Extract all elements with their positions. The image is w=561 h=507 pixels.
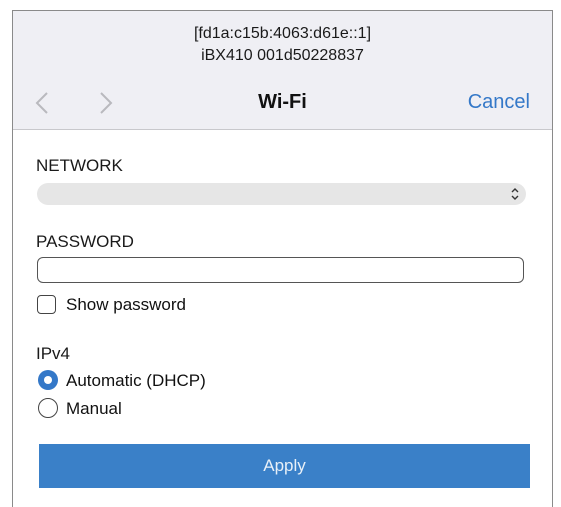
- network-label: NETWORK: [36, 156, 123, 175]
- radio-manual-label[interactable]: Manual: [66, 399, 122, 419]
- chevron-right-icon: [100, 92, 113, 114]
- chevron-left-icon: [35, 92, 48, 114]
- network-select[interactable]: [37, 183, 526, 205]
- password-label: PASSWORD: [36, 232, 134, 251]
- show-password-checkbox[interactable]: [37, 295, 56, 314]
- wifi-settings-dialog: [fd1a:c15b:4063:d61e::1] iBX410 001d5022…: [12, 10, 553, 507]
- host-address: [fd1a:c15b:4063:d61e::1]: [193, 25, 372, 42]
- header-bar: [fd1a:c15b:4063:d61e::1] iBX410 001d5022…: [13, 11, 552, 130]
- radio-automatic-dhcp[interactable]: [38, 370, 58, 390]
- up-down-chevron-icon: [511, 188, 519, 200]
- device-name: iBX410 001d50228837: [201, 47, 364, 64]
- show-password-label[interactable]: Show password: [66, 295, 186, 315]
- apply-button[interactable]: Apply: [39, 444, 530, 488]
- ipv4-label: IPv4: [36, 344, 71, 363]
- password-input[interactable]: [37, 257, 524, 283]
- radio-automatic-dhcp-label[interactable]: Automatic (DHCP): [66, 371, 206, 391]
- forward-button[interactable]: [93, 89, 117, 117]
- cancel-button[interactable]: Cancel: [468, 91, 530, 114]
- radio-manual[interactable]: [38, 398, 58, 418]
- back-button[interactable]: [31, 89, 55, 117]
